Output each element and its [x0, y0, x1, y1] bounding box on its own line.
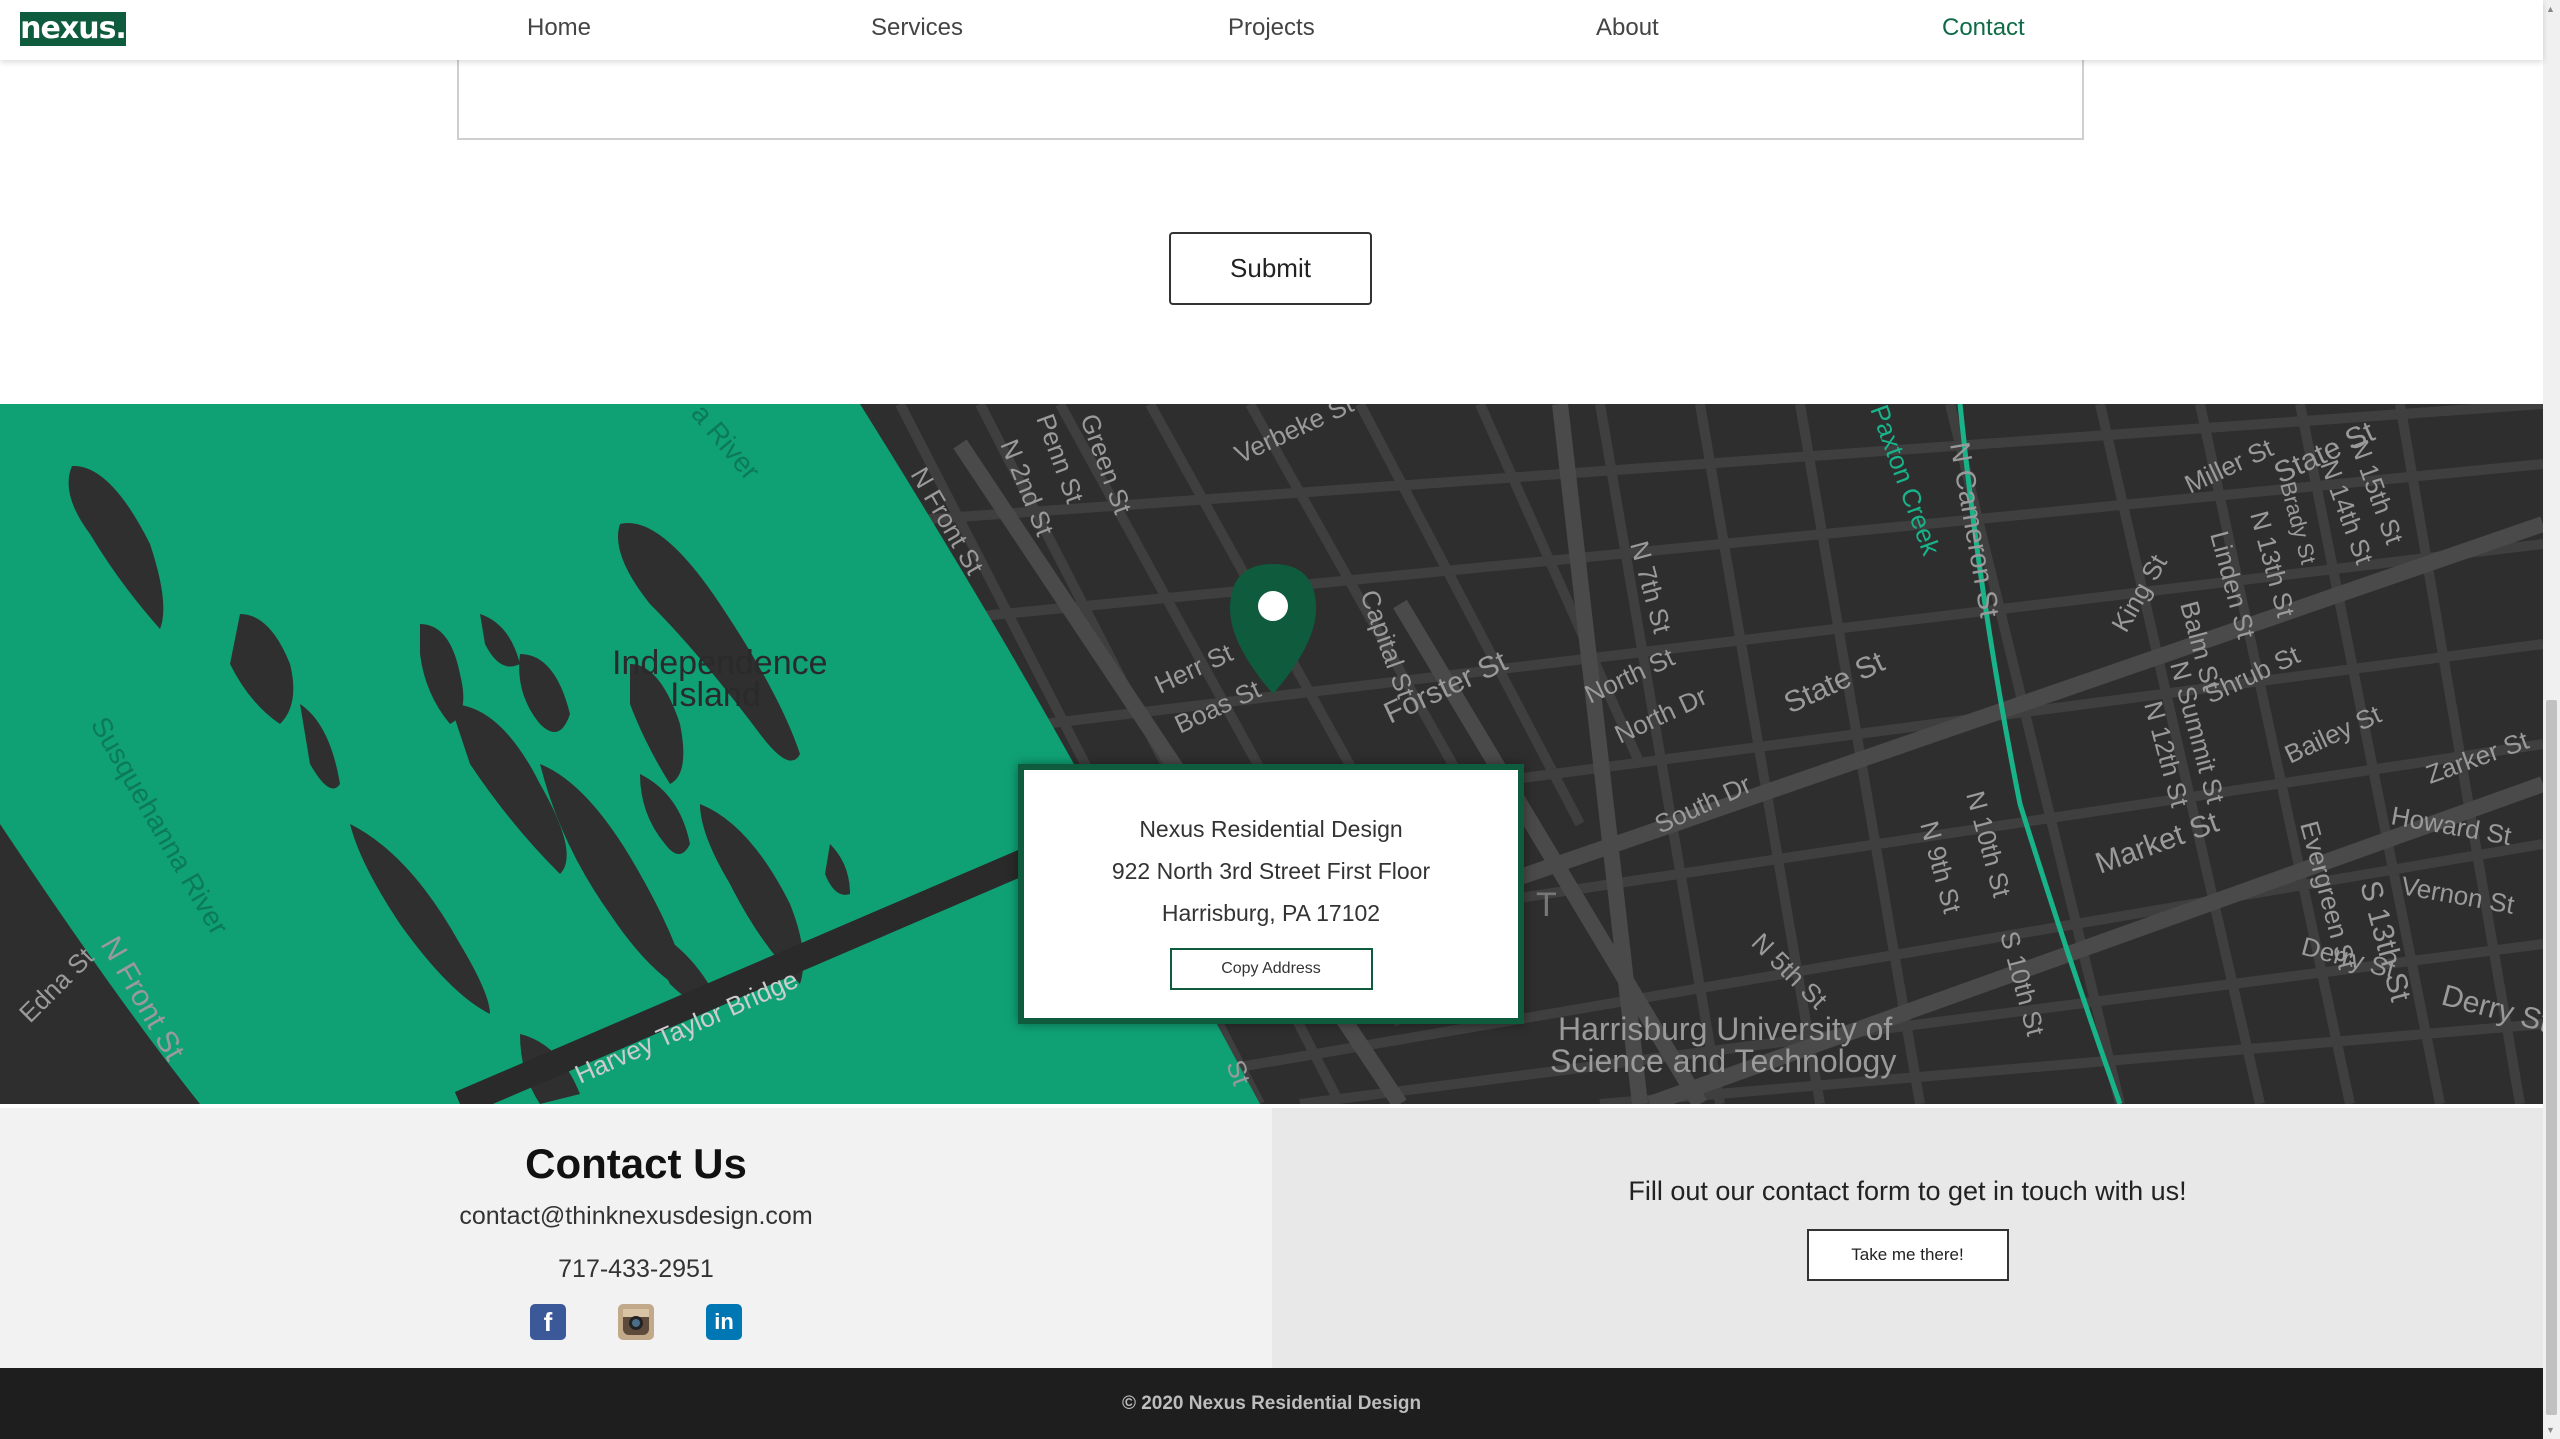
- business-name: Nexus Residential Design: [1139, 816, 1403, 842]
- svg-text:Science and Technology: Science and Technology: [1550, 1043, 1896, 1079]
- page-scrollbar[interactable]: ▲ ▼: [2543, 0, 2560, 1439]
- contact-email[interactable]: contact@thinknexusdesign.com: [0, 1202, 1272, 1231]
- contact-cta-panel: Fill out our contact form to get in touc…: [1272, 1108, 2543, 1368]
- nav-contact[interactable]: Contact: [1942, 14, 2025, 42]
- instagram-icon[interactable]: [618, 1304, 654, 1340]
- contact-info-panel: Contact Us contact@thinknexusdesign.com …: [0, 1108, 1272, 1368]
- copyright-text: © 2020 Nexus Residential Design: [1121, 1393, 1422, 1414]
- site-header: nexus. Home Services Projects About Cont…: [0, 0, 2543, 60]
- nav-home[interactable]: Home: [527, 14, 591, 42]
- contact-title: Contact Us: [525, 1140, 747, 1187]
- facebook-icon[interactable]: f: [530, 1304, 566, 1340]
- copy-address-button[interactable]: Copy Address: [1169, 948, 1373, 990]
- cta-text: Fill out our contact form to get in touc…: [1628, 1176, 2187, 1206]
- nav-services[interactable]: Services: [871, 14, 963, 42]
- contact-phone[interactable]: 717-433-2951: [0, 1255, 1272, 1284]
- scrollbar-thumb[interactable]: [2546, 700, 2557, 1415]
- social-links: f in: [0, 1304, 1272, 1340]
- take-me-there-button[interactable]: Take me there!: [1806, 1229, 2009, 1281]
- street-address: 922 North 3rd Street First Floor: [1111, 858, 1431, 884]
- svg-text:Island: Island: [670, 676, 761, 714]
- svg-text:T: T: [1536, 886, 1557, 924]
- city-state-zip: Harrisburg, PA 17102: [1161, 900, 1381, 926]
- address-card: Nexus Residential Design 922 North 3rd S…: [1018, 764, 1524, 1024]
- linkedin-icon[interactable]: in: [706, 1304, 742, 1340]
- message-textarea[interactable]: [457, 60, 2084, 140]
- nav-projects[interactable]: Projects: [1228, 14, 1315, 42]
- scroll-up-icon[interactable]: ▲: [2546, 4, 2555, 14]
- logo[interactable]: nexus.: [20, 12, 127, 46]
- site-footer: © 2020 Nexus Residential Design: [0, 1368, 2543, 1439]
- submit-button[interactable]: Submit: [1169, 232, 1372, 305]
- svg-text:Harrisburg University of: Harrisburg University of: [1558, 1011, 1892, 1047]
- nav-about[interactable]: About: [1596, 14, 1659, 42]
- scroll-down-icon[interactable]: ▼: [2546, 1425, 2555, 1435]
